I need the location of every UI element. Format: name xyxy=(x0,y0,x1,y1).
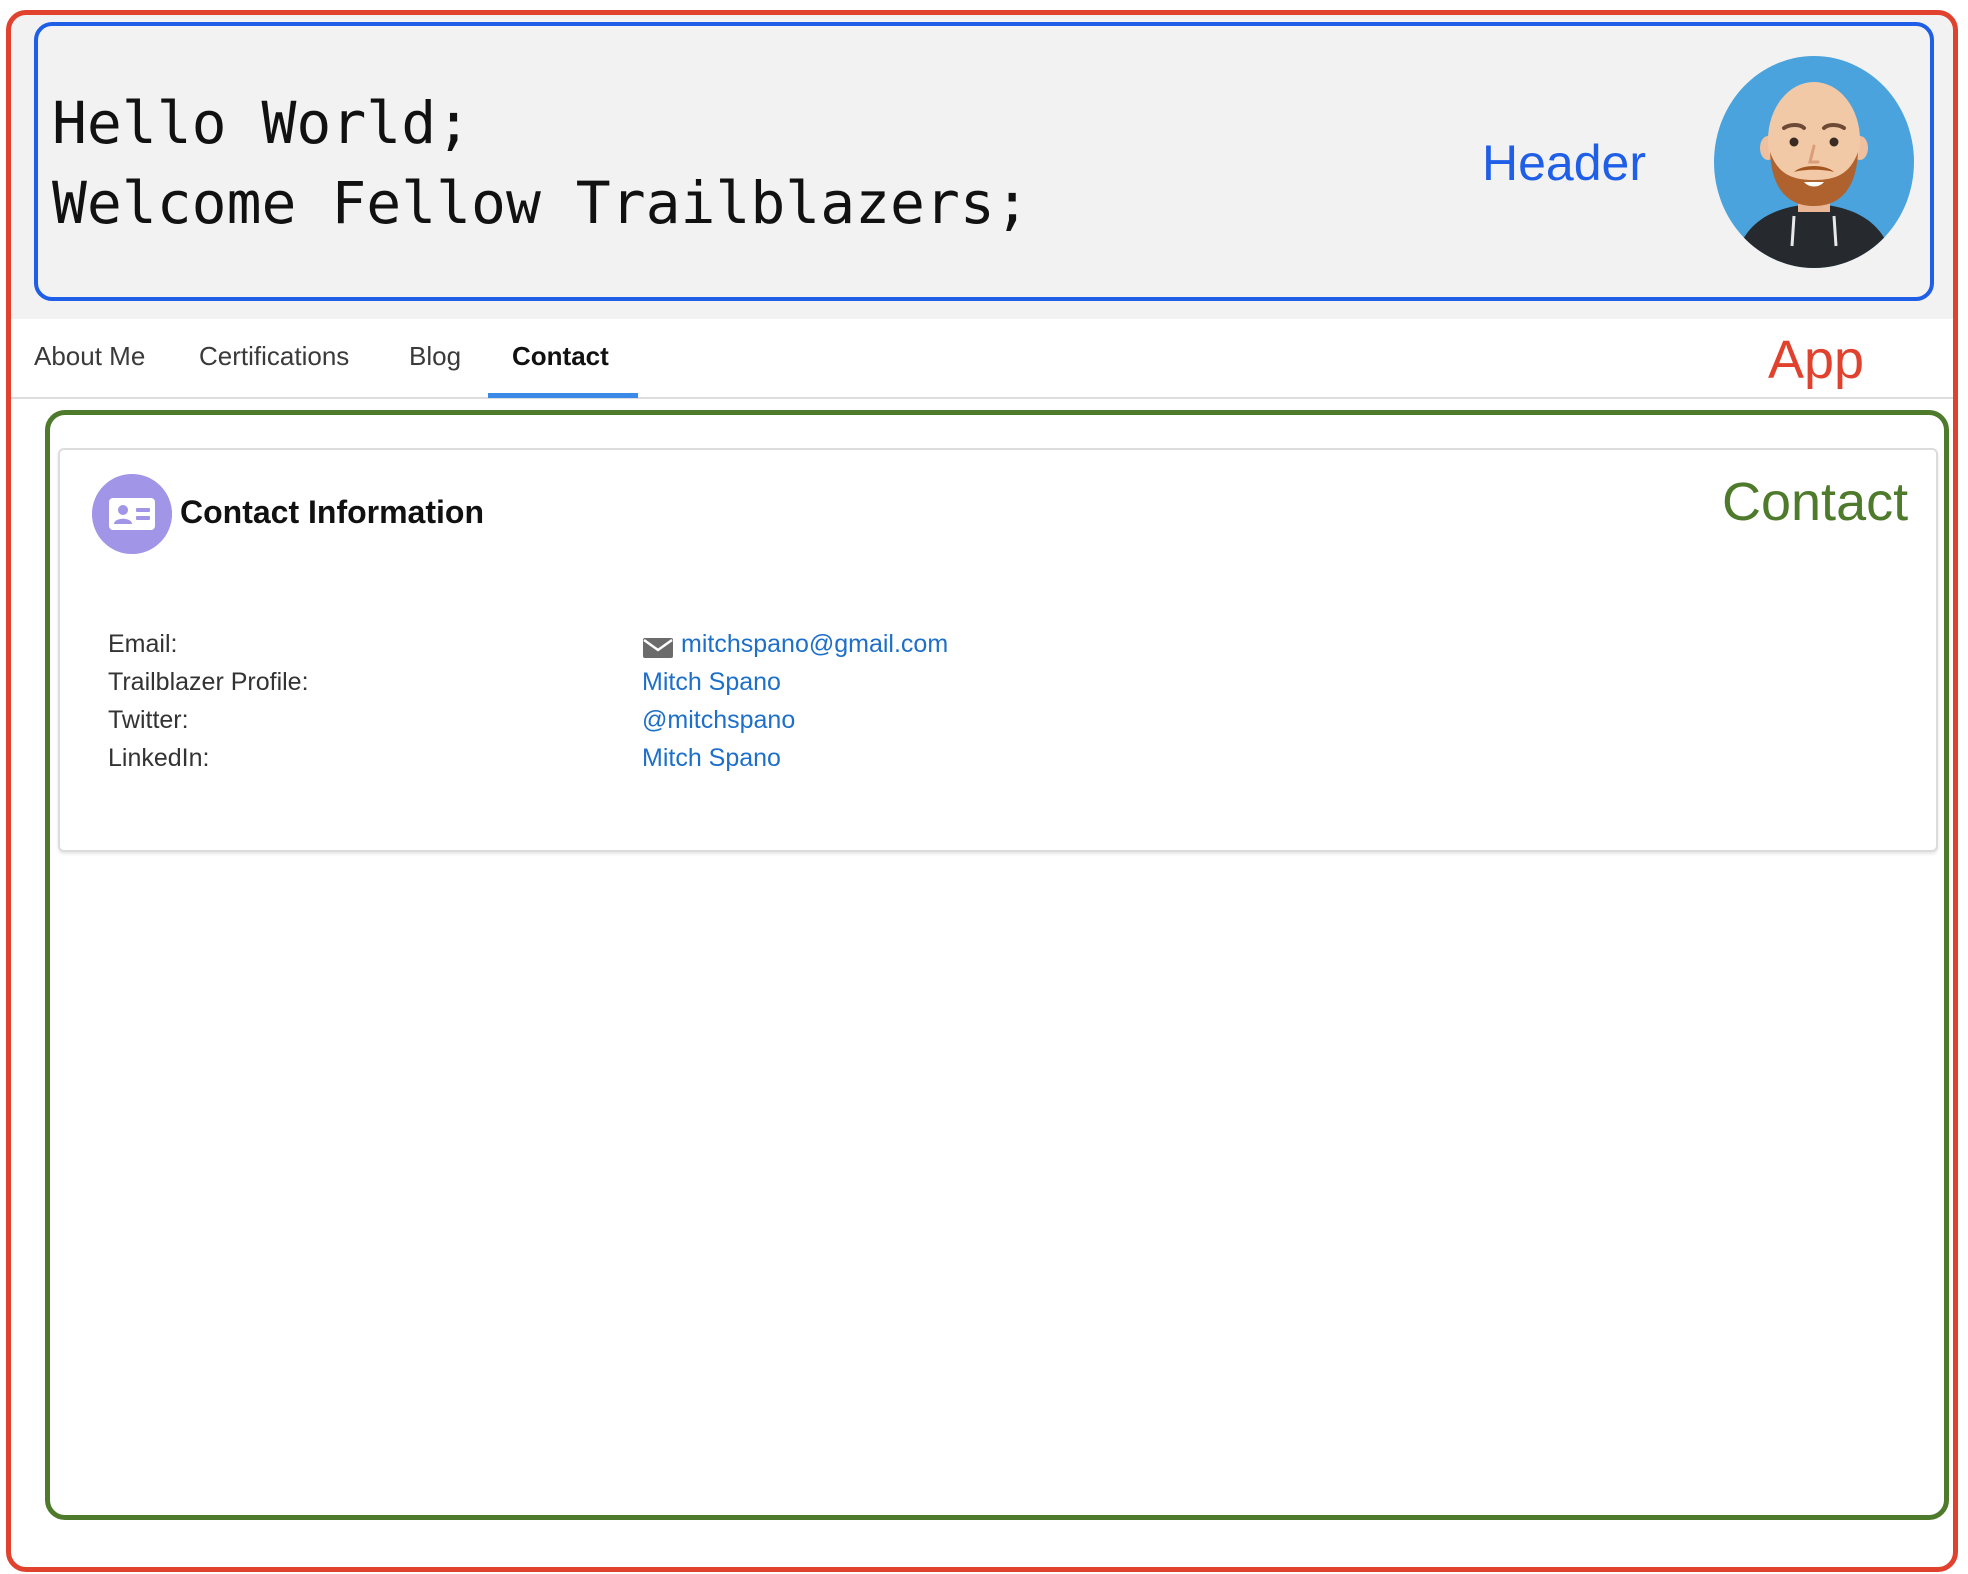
linkedin-link[interactable]: Mitch Spano xyxy=(642,744,781,773)
contact-annotation-label: Contact xyxy=(1722,472,1909,532)
greeting-line-2: Welcome Fellow Trailblazers; xyxy=(52,169,1030,237)
trailblazer-profile-label: Trailblazer Profile: xyxy=(108,668,309,696)
header-annotation-frame xyxy=(34,22,1934,301)
email-label: Email: xyxy=(108,630,178,658)
twitter-label: Twitter: xyxy=(108,706,189,734)
tab-certifications[interactable]: Certifications xyxy=(199,341,349,372)
active-tab-indicator xyxy=(488,393,638,398)
header-annotation-label: Header xyxy=(1482,135,1646,191)
app-annotation-label: App xyxy=(1768,330,1865,390)
tab-blog[interactable]: Blog xyxy=(409,341,461,372)
avatar xyxy=(1714,56,1914,268)
email-link[interactable]: mitchspano@gmail.com xyxy=(681,630,948,659)
card-title: Contact Information xyxy=(180,494,484,530)
trailblazer-profile-link[interactable]: Mitch Spano xyxy=(642,668,781,697)
linkedin-label: LinkedIn: xyxy=(108,744,210,772)
tab-about-me[interactable]: About Me xyxy=(34,341,145,372)
mail-icon xyxy=(643,638,673,658)
contact-card-icon xyxy=(92,474,172,554)
greeting-line-1: Hello World; xyxy=(52,89,472,157)
twitter-link[interactable]: @mitchspano xyxy=(642,706,795,735)
nav-tabs: About Me Certifications Blog Contact xyxy=(11,319,1953,399)
tab-contact[interactable]: Contact xyxy=(512,341,609,372)
